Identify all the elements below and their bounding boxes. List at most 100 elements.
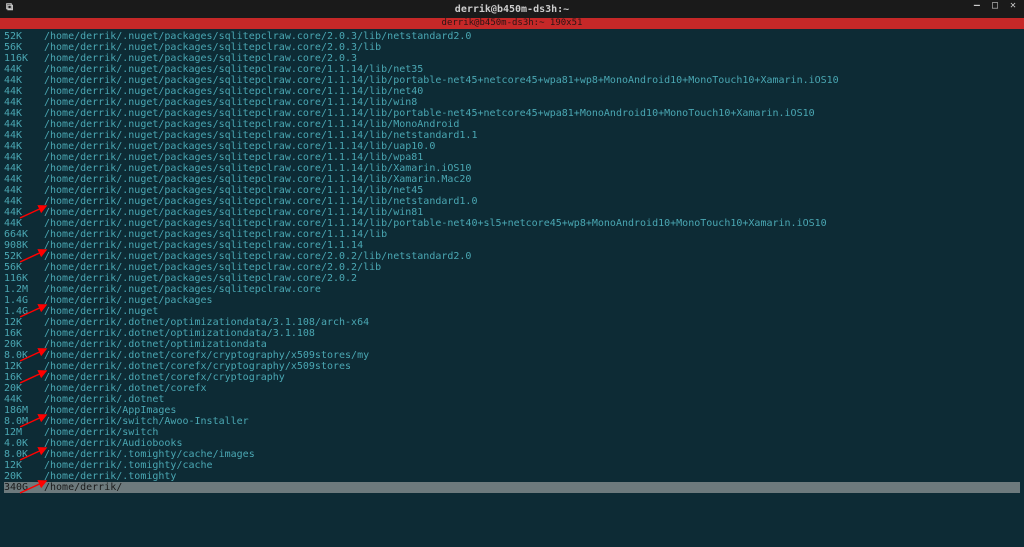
disk-size: 1.4G [4,306,44,317]
file-path: /home/derrik/.nuget/packages/sqlitepclra… [44,229,387,240]
output-row: 12K/home/derrik/.dotnet/corefx/cryptogra… [4,361,1020,372]
disk-size: 44K [4,108,44,119]
output-row: 4.0K/home/derrik/Audiobooks [4,438,1020,449]
file-path: /home/derrik/.nuget/packages/sqlitepclra… [44,273,357,284]
file-path: /home/derrik/.dotnet/optimizationdata/3.… [44,317,369,328]
disk-size: 340G [4,482,44,493]
output-row: 1.2M/home/derrik/.nuget/packages/sqlitep… [4,284,1020,295]
disk-size: 44K [4,119,44,130]
file-path: /home/derrik/.nuget/packages/sqlitepclra… [44,42,381,53]
file-path: /home/derrik/.nuget/packages/sqlitepclra… [44,262,381,273]
output-row: 12K/home/derrik/.dotnet/optimizationdata… [4,317,1020,328]
output-row: 44K/home/derrik/.nuget/packages/sqlitepc… [4,185,1020,196]
output-row: 20K/home/derrik/.dotnet/corefx [4,383,1020,394]
output-row: 52K/home/derrik/.nuget/packages/sqlitepc… [4,31,1020,42]
output-row: 44K/home/derrik/.nuget/packages/sqlitepc… [4,174,1020,185]
file-path: /home/derrik/.nuget/packages/sqlitepclra… [44,207,423,218]
file-path: /home/derrik/.nuget/packages/sqlitepclra… [44,64,423,75]
file-path: /home/derrik/.nuget/packages/sqlitepclra… [44,196,477,207]
file-path: /home/derrik/.nuget/packages/sqlitepclra… [44,240,363,251]
output-row: 52K/home/derrik/.nuget/packages/sqlitepc… [4,251,1020,262]
disk-size: 44K [4,64,44,75]
output-row: 44K/home/derrik/.nuget/packages/sqlitepc… [4,75,1020,86]
file-path: /home/derrik/ [44,482,122,493]
file-path: /home/derrik/.tomighty [44,471,176,482]
disk-size: 44K [4,86,44,97]
disk-size: 16K [4,328,44,339]
output-row: 1.4G/home/derrik/.nuget [4,306,1020,317]
titlebar: ⧉ derrik@b450m-ds3h:~ — □ ✕ [0,0,1024,18]
output-row: 44K/home/derrik/.nuget/packages/sqlitepc… [4,218,1020,229]
disk-size: 56K [4,262,44,273]
disk-size: 44K [4,97,44,108]
output-row: 116K/home/derrik/.nuget/packages/sqlitep… [4,273,1020,284]
file-path: /home/derrik/.nuget/packages/sqlitepclra… [44,284,321,295]
file-path: /home/derrik/.nuget/packages/sqlitepclra… [44,119,459,130]
disk-size: 44K [4,75,44,86]
output-row: 44K/home/derrik/.nuget/packages/sqlitepc… [4,163,1020,174]
output-row: 44K/home/derrik/.nuget/packages/sqlitepc… [4,119,1020,130]
app-icon: ⧉ [6,2,13,13]
disk-size: 116K [4,53,44,64]
file-path: /home/derrik/.nuget/packages/sqlitepclra… [44,97,417,108]
output-row: 44K/home/derrik/.dotnet [4,394,1020,405]
disk-size: 664K [4,229,44,240]
output-row: 44K/home/derrik/.nuget/packages/sqlitepc… [4,196,1020,207]
disk-size: 20K [4,471,44,482]
output-row: 116K/home/derrik/.nuget/packages/sqlitep… [4,53,1020,64]
file-path: /home/derrik/.nuget/packages/sqlitepclra… [44,251,471,262]
disk-size: 908K [4,240,44,251]
disk-size: 8.0K [4,350,44,361]
output-row: 16K/home/derrik/.dotnet/optimizationdata… [4,328,1020,339]
disk-size: 20K [4,383,44,394]
disk-size: 8.0M [4,416,44,427]
file-path: /home/derrik/.tomighty/cache/images [44,449,255,460]
file-path: /home/derrik/switch/Awoo-Installer [44,416,249,427]
disk-size: 44K [4,196,44,207]
window-title: derrik@b450m-ds3h:~ [455,4,569,15]
disk-size: 44K [4,394,44,405]
file-path: /home/derrik/.nuget/packages/sqlitepclra… [44,53,357,64]
file-path: /home/derrik/.nuget/packages/sqlitepclra… [44,185,423,196]
disk-size: 44K [4,218,44,229]
output-row: 908K/home/derrik/.nuget/packages/sqlitep… [4,240,1020,251]
file-path: /home/derrik/.nuget/packages/sqlitepclra… [44,130,477,141]
output-row: 44K/home/derrik/.nuget/packages/sqlitepc… [4,97,1020,108]
disk-size: 16K [4,372,44,383]
disk-size: 44K [4,141,44,152]
file-path: /home/derrik/.dotnet/corefx/cryptography… [44,350,369,361]
terminal-output[interactable]: 52K/home/derrik/.nuget/packages/sqlitepc… [0,29,1024,495]
disk-size: 44K [4,152,44,163]
disk-size: 52K [4,251,44,262]
file-path: /home/derrik/.dotnet/optimizationdata [44,339,267,350]
file-path: /home/derrik/.nuget/packages [44,295,213,306]
file-path: /home/derrik/.nuget/packages/sqlitepclra… [44,31,471,42]
file-path: /home/derrik/.dotnet/optimizationdata/3.… [44,328,315,339]
output-row: 44K/home/derrik/.nuget/packages/sqlitepc… [4,64,1020,75]
output-row: 44K/home/derrik/.nuget/packages/sqlitepc… [4,152,1020,163]
minimize-button[interactable]: — [972,0,982,11]
disk-size: 1.2M [4,284,44,295]
file-path: /home/derrik/.tomighty/cache [44,460,213,471]
output-row: 44K/home/derrik/.nuget/packages/sqlitepc… [4,130,1020,141]
disk-size: 12K [4,460,44,471]
file-path: /home/derrik/.nuget/packages/sqlitepclra… [44,108,815,119]
output-row: 44K/home/derrik/.nuget/packages/sqlitepc… [4,108,1020,119]
file-path: /home/derrik/.nuget/packages/sqlitepclra… [44,141,435,152]
disk-size: 8.0K [4,449,44,460]
disk-size: 44K [4,207,44,218]
disk-size: 12K [4,317,44,328]
output-row: 186M/home/derrik/AppImages [4,405,1020,416]
output-row: 56K/home/derrik/.nuget/packages/sqlitepc… [4,262,1020,273]
output-row: 20K/home/derrik/.tomighty [4,471,1020,482]
disk-size: 186M [4,405,44,416]
close-button[interactable]: ✕ [1008,0,1018,11]
file-path: /home/derrik/.nuget/packages/sqlitepclra… [44,174,471,185]
output-row: 664K/home/derrik/.nuget/packages/sqlitep… [4,229,1020,240]
file-path: /home/derrik/.nuget/packages/sqlitepclra… [44,152,423,163]
file-path: /home/derrik/.dotnet/corefx/cryptography [44,372,285,383]
maximize-button[interactable]: □ [990,0,1000,11]
file-path: /home/derrik/.nuget [44,306,158,317]
output-row: 20K/home/derrik/.dotnet/optimizationdata [4,339,1020,350]
file-path: /home/derrik/.dotnet/corefx/cryptography… [44,361,351,372]
